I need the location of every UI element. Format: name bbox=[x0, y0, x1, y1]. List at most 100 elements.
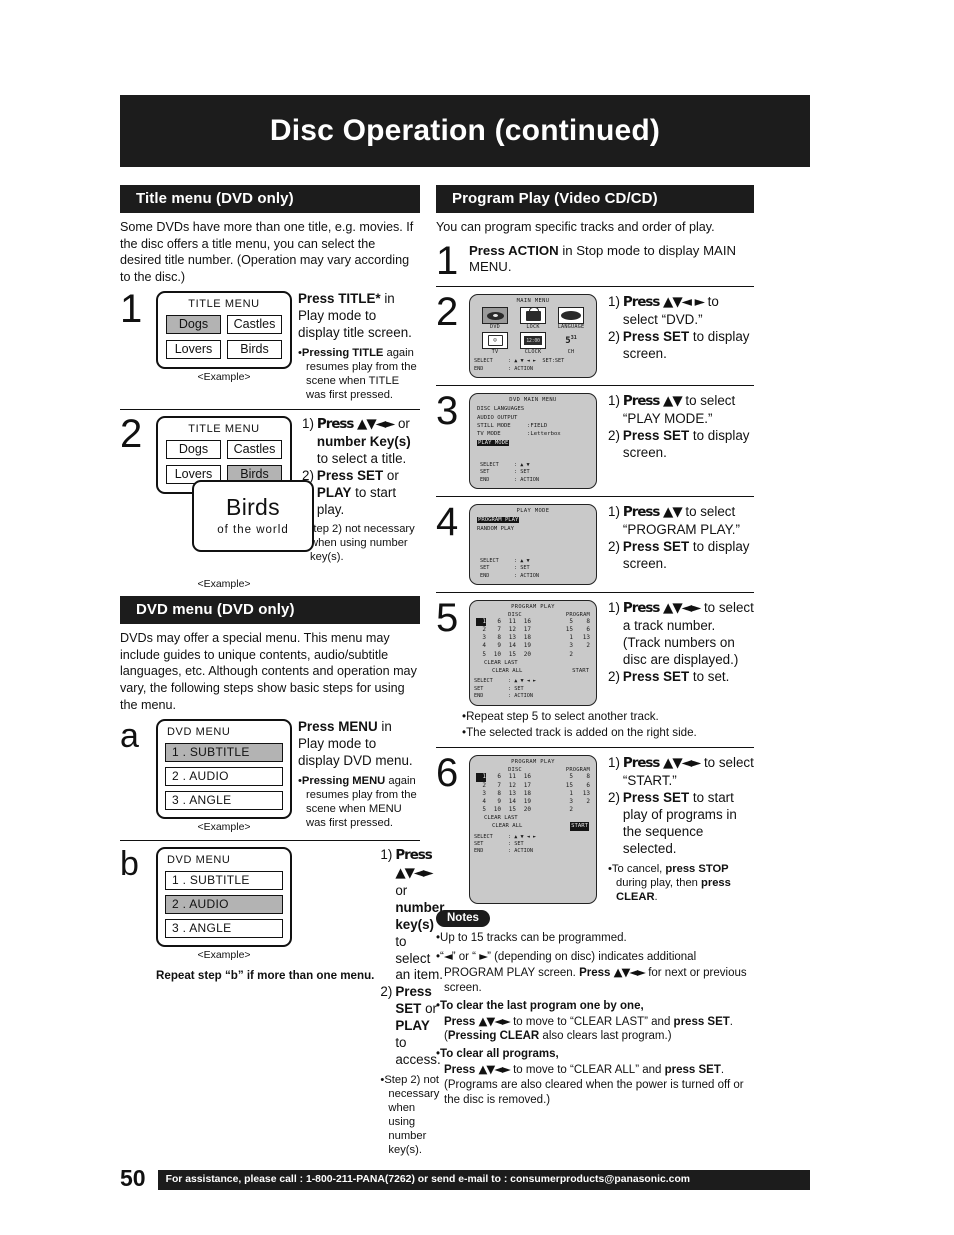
table-row: 2 bbox=[569, 805, 573, 813]
osd-title: PROGRAM PLAY bbox=[511, 604, 555, 611]
program-list: 58 15 6 1 13 32 2 bbox=[548, 618, 590, 658]
clear-last-option[interactable]: CLEAR LAST bbox=[484, 814, 592, 822]
section-heading-program-play: Program Play (Video CD/CD) bbox=[436, 185, 754, 213]
dvd-menu-item-angle: 3 . ANGLE bbox=[165, 919, 283, 939]
icon-label: LOCK bbox=[526, 324, 540, 331]
main-menu-cell-language[interactable]: LANGUAGE bbox=[554, 307, 588, 330]
list-marker: 2) bbox=[608, 790, 620, 806]
dvd-menu-item-subtitle: 1 . SUBTITLE bbox=[165, 871, 283, 891]
section-heading-dvd-menu: DVD menu (DVD only) bbox=[120, 596, 420, 625]
step-5-bullets: Repeat step 5 to select another track. T… bbox=[462, 710, 754, 741]
bullet: To cancel, press STOP during play, then … bbox=[608, 862, 754, 904]
example-caption: <Example> bbox=[197, 949, 251, 962]
example-caption: <Example> bbox=[197, 821, 251, 834]
press-set-bold: Press SET bbox=[395, 984, 432, 1017]
step-number: 3 bbox=[436, 389, 459, 434]
program-play-grid: 1 6 11 16 2 7 12 17 3 8 13 18 4 9 14 19 5 10 15 20 58 1… bbox=[474, 618, 592, 658]
program-step-4: 4 PLAY MODE PROGRAM PLAY RANDOM PLAY SEL… bbox=[436, 497, 754, 586]
lock-icon bbox=[520, 307, 546, 325]
step-a-text: Press MENU in Play mode to display DVD m… bbox=[298, 719, 420, 833]
menu-line-tv-mode: TV MODE:Letterbox bbox=[477, 431, 561, 438]
step-6-bullets: To cancel, press STOP during play, then … bbox=[608, 862, 754, 904]
content-columns: Title menu (DVD only) Some DVDs have mor… bbox=[120, 185, 810, 1157]
table-row: 58 bbox=[569, 773, 590, 781]
tv-icon: ☺ bbox=[482, 332, 508, 350]
clear-options: CLEAR LAST CLEAR ALL START bbox=[474, 814, 592, 831]
table-row: 2 7 12 17 bbox=[482, 626, 531, 634]
section-heading-title-menu: Title menu (DVD only) bbox=[120, 185, 420, 213]
main-menu-cell-clock[interactable]: 12:00 CLOCK bbox=[516, 332, 550, 355]
menu-line-still-mode: STILL MODE:FIELD bbox=[477, 422, 548, 429]
title-cell-dogs: Dogs bbox=[166, 315, 221, 335]
clear-last-option[interactable]: CLEAR LAST bbox=[484, 659, 592, 667]
page-title: Disc Operation (continued) bbox=[120, 95, 810, 167]
title-overlay-birds: Birds of the world bbox=[192, 480, 314, 553]
dvd-menu-screen-b: DVD MENU 1 . SUBTITLE 2 . AUDIO 3 . ANGL… bbox=[156, 847, 292, 948]
menu-line-play-mode: PLAY MODE bbox=[477, 439, 510, 446]
dvd-menu-item-audio: 2 . AUDIO bbox=[165, 895, 283, 915]
title-cell-row: Lovers Birds bbox=[166, 340, 282, 360]
main-menu-cell-channel[interactable]: 531 CH bbox=[554, 332, 588, 355]
list-marker: 2) bbox=[608, 539, 620, 555]
program-step-2: 2 MAIN MENU DVD LOCK LANGUAGE ☺ TV 12:00… bbox=[436, 287, 754, 379]
program-step-3: 3 DVD MAIN MENU DISC LANGUAGES AUDIO OUT… bbox=[436, 386, 754, 490]
bullet: Step 2) not necessary when using number … bbox=[302, 522, 420, 564]
osd-program-play-5: PROGRAM PLAY DISC PROGRAM 1 6 11 16 2 7 12 17 … bbox=[469, 600, 597, 706]
overlay-title: Birds bbox=[226, 494, 280, 521]
press-stop-bold: press STOP bbox=[665, 862, 729, 875]
title-cell-row: Dogs Castles bbox=[166, 440, 282, 460]
dvd-main-menu-list: DISC LANGUAGES AUDIO OUTPUT STILL MODE:F… bbox=[474, 405, 592, 447]
start-option[interactable]: START bbox=[572, 667, 589, 675]
step-number: 5 bbox=[436, 596, 459, 641]
title-menu-screen-1: TITLE MENU Dogs Castles Lovers Birds bbox=[156, 291, 292, 370]
manual-page: Disc Operation (continued) Title menu (D… bbox=[120, 95, 810, 1190]
screen-title: DVD MENU bbox=[167, 854, 231, 867]
disc-track-grid: 1 6 11 16 2 7 12 17 3 8 13 18 4 9 14 19 5 10 15 20 bbox=[476, 773, 548, 813]
press-action-bold: Press ACTION bbox=[469, 242, 559, 258]
program-step-5: 5 PROGRAM PLAY DISC PROGRAM 1 6 11 16 2 7 12 1… bbox=[436, 593, 754, 706]
assistance-banner: For assistance, please call : 1-800-211-… bbox=[157, 1169, 810, 1190]
title-cell-row: Dogs Castles bbox=[166, 315, 282, 335]
list-marker: 1) bbox=[608, 600, 620, 616]
bullet: The selected track is added on the right… bbox=[462, 726, 754, 740]
table-row: 15 6 bbox=[565, 626, 590, 634]
bullet-bold: Pressing TITLE bbox=[301, 347, 384, 360]
title-cell-castles: Castles bbox=[227, 315, 282, 335]
table-row: 58 bbox=[569, 618, 590, 626]
start-option[interactable]: START bbox=[570, 822, 589, 831]
list-marker: 2) bbox=[608, 668, 620, 684]
disc-icon bbox=[482, 307, 508, 325]
table-row: 3 8 13 18 bbox=[482, 789, 531, 797]
osd-title: PLAY MODE bbox=[516, 508, 550, 515]
osd-footer: SELECT: ▲ ▼ ◄ ► SET: SET END: ACTION bbox=[474, 833, 537, 855]
title-cell-dogs: Dogs bbox=[166, 440, 221, 460]
table-row: 1 13 bbox=[569, 634, 590, 642]
item2-rest: to set. bbox=[689, 668, 730, 684]
icon-label: CH bbox=[567, 349, 575, 356]
step-letter: b bbox=[120, 845, 139, 884]
title-cell-lovers: Lovers bbox=[166, 340, 221, 360]
channel-icon: 531 bbox=[565, 334, 577, 346]
main-menu-cell-tv[interactable]: ☺ TV bbox=[478, 332, 512, 355]
note-item: To clear all programs,Press ▲▼◄► to move… bbox=[436, 1047, 754, 1108]
example-caption: <Example> bbox=[197, 371, 251, 384]
overlay-subtitle: of the world bbox=[217, 524, 289, 537]
table-row: 1 6 11 16 bbox=[476, 618, 548, 627]
bullet: Pressing TITLE again resumes play from t… bbox=[298, 346, 420, 402]
step-number: 1 bbox=[436, 238, 459, 283]
disc-track-grid: 1 6 11 16 2 7 12 17 3 8 13 18 4 9 14 19 5 10 15 20 bbox=[476, 618, 548, 658]
step-number: 6 bbox=[436, 751, 459, 796]
bullet: Repeat step 5 to select another track. bbox=[462, 710, 754, 724]
press-set-bold: Press SET bbox=[622, 668, 690, 684]
clock-icon: 12:00 bbox=[520, 332, 546, 350]
table-row: 2 bbox=[569, 650, 573, 658]
repeat-step-note: Repeat step “b” if more than one menu. bbox=[156, 969, 375, 983]
title-menu-step-2: 2 TITLE MENU Dogs Castles Lovers Birds B… bbox=[120, 410, 420, 590]
main-menu-cell-dvd[interactable]: DVD bbox=[478, 307, 512, 330]
osd-footer: SELECT: ▲ ▼ SET: SET END: ACTION bbox=[480, 558, 539, 579]
step-b-bullets: Step 2) not necessary when using number … bbox=[380, 1073, 444, 1157]
main-menu-cell-lock[interactable]: LOCK bbox=[516, 307, 550, 330]
program-play-grid: 1 6 11 16 2 7 12 17 3 8 13 18 4 9 14 19 5 10 15 20 58 1… bbox=[474, 773, 592, 813]
dvd-menu-item-angle: 3 . ANGLE bbox=[165, 791, 283, 811]
play-bold: PLAY bbox=[316, 484, 352, 500]
